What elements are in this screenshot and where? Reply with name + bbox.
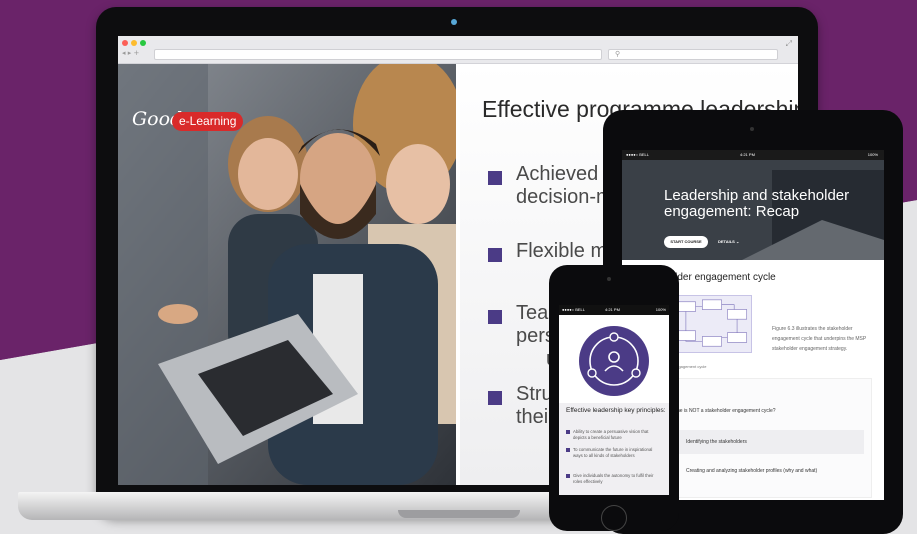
stakeholder-network-icon (579, 326, 649, 396)
course-title: Leadership and stakeholder engagement: R… (664, 187, 850, 220)
laptop-notch (398, 510, 520, 518)
tablet-camera-icon (750, 127, 754, 131)
search-input[interactable]: ⚲ (608, 49, 778, 60)
details-link[interactable]: DETAILS ⌄ (718, 239, 739, 244)
phone-screen: ●●●●○ BELL 4:21 PM 100% Effective leader… (559, 305, 669, 495)
bullet-square-icon (566, 448, 570, 452)
slide-bullet-text: Flexible m (516, 240, 608, 262)
bullet-square-icon (488, 248, 502, 262)
window-minimize-button[interactable] (131, 40, 137, 46)
slide-bullet-text: Stru thei (516, 383, 553, 428)
tablet-course-hero: Leadership and stakeholder engagement: R… (622, 160, 884, 260)
phone-hero (559, 315, 669, 403)
bullet-square-icon (566, 474, 570, 478)
brand-logo: Good e-Learning (132, 108, 252, 134)
phone-home-button-icon[interactable] (601, 505, 627, 531)
phone-heading: Effective leadership key principles: (566, 407, 666, 414)
phone-device: ●●●●○ BELL 4:21 PM 100% Effective leader… (549, 265, 679, 531)
bullet-square-icon (566, 430, 570, 434)
phone-speaker (607, 277, 611, 281)
answer-option[interactable]: Creating and analyzing stakeholder profi… (686, 468, 817, 474)
expand-icon[interactable]: ⤢ (786, 39, 792, 49)
window-zoom-button[interactable] (140, 40, 146, 46)
bullet-square-icon (488, 391, 502, 405)
url-input[interactable] (154, 49, 602, 60)
question-text: he is NOT a stakeholder engagement cycle… (677, 408, 776, 414)
brand-badge: e-Learning (172, 112, 244, 131)
start-course-button[interactable]: START COURSE (664, 236, 708, 248)
phone-content: Effective leadership key principles: Abi… (559, 403, 669, 495)
figure-caption: Figure 6.3 illustrates the stakeholder e… (772, 326, 867, 352)
laptop-camera-icon (451, 19, 457, 25)
engagement-cycle-diagram (670, 295, 752, 353)
hero-photo: Good e-Learning (118, 64, 456, 485)
window-close-button[interactable] (122, 40, 128, 46)
answer-option[interactable]: Identifying the stakeholders (670, 430, 864, 454)
bullet-square-icon (488, 310, 502, 324)
section-title: holder engagement cycle (664, 272, 776, 283)
tablet-status-bar: ●●●●○ BELL 4:21 PM 100% (622, 150, 884, 160)
phone-status-bar: ●●●●○ BELL 4:21 PM 100% (559, 305, 669, 315)
browser-nav-buttons[interactable]: ◂ ▸ + (122, 49, 139, 57)
browser-toolbar: ◂ ▸ + ⚲ ⤢ (118, 36, 798, 64)
slide-bullet-text: Achieved t decision-m (516, 163, 613, 208)
bullet-square-icon (488, 171, 502, 185)
